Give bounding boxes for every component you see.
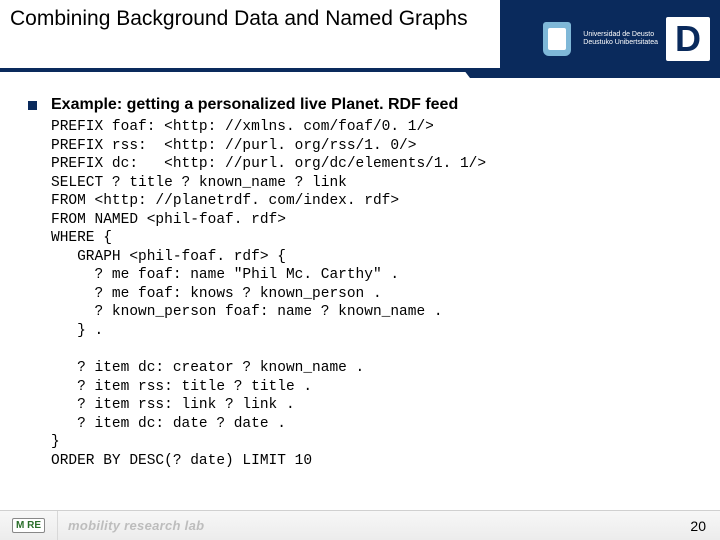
university-shield-icon <box>543 22 571 56</box>
slide-title: Combining Background Data and Named Grap… <box>10 6 490 32</box>
sparql-code-block: PREFIX foaf: <http: //xmlns. com/foaf/0.… <box>51 118 700 470</box>
title-bar: Combining Background Data and Named Grap… <box>0 0 500 72</box>
slide-content: Example: getting a personalized live Pla… <box>0 78 720 470</box>
footer-badge-area: M RE <box>0 511 58 540</box>
square-bullet-icon <box>28 101 37 110</box>
logo-band: Universidad de Deusto Deustuko Unibertsi… <box>470 0 720 78</box>
slide-footer: M RE mobility research lab 20 <box>0 510 720 540</box>
shield-inner-icon <box>548 28 566 50</box>
more-lab-badge: M RE <box>12 518 45 533</box>
university-line1: Universidad de Deusto <box>583 31 658 39</box>
university-line2: Deustuko Unibertsitatea <box>583 39 658 47</box>
bullet-row: Example: getting a personalized live Pla… <box>28 96 700 114</box>
university-name: Universidad de Deusto Deustuko Unibertsi… <box>583 31 658 46</box>
deusto-d-logo-icon: D <box>666 17 710 61</box>
slide-header: Combining Background Data and Named Grap… <box>0 0 720 78</box>
example-heading-text: Example: getting a personalized live Pla… <box>51 96 458 113</box>
example-heading: Example: getting a personalized live Pla… <box>51 96 458 114</box>
page-number: 20 <box>690 518 706 534</box>
footer-lab-text: mobility research lab <box>68 518 204 533</box>
